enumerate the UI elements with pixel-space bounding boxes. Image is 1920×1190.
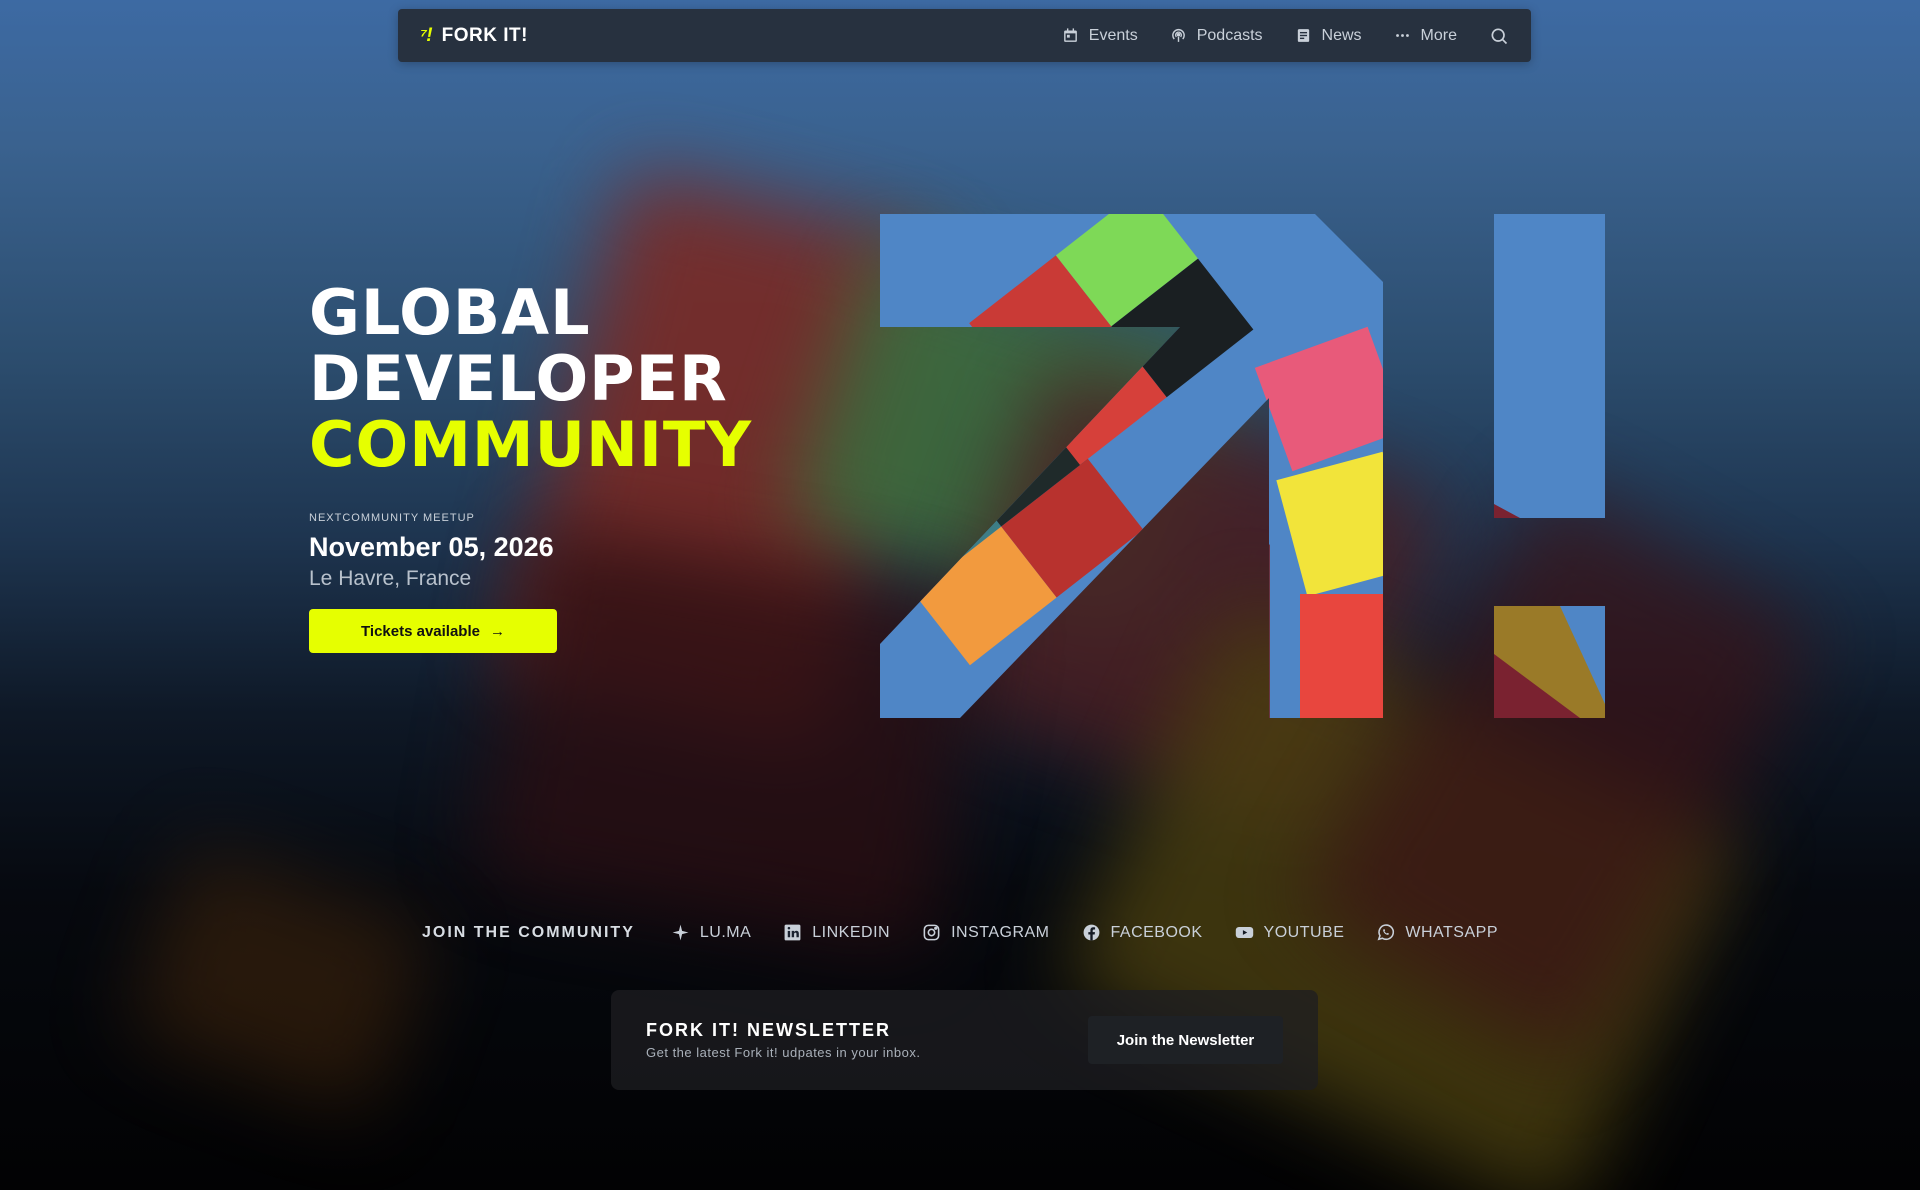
tickets-label: Tickets available [361, 622, 480, 640]
podcast-icon [1171, 28, 1185, 42]
social-luma[interactable]: LU.MA [671, 923, 751, 942]
hero-title-line1: GLOBAL [309, 276, 591, 349]
join-newsletter-button[interactable]: Join the Newsletter [1088, 1016, 1283, 1064]
newsletter-subtitle: Get the latest Fork it! udpates in your … [646, 1045, 921, 1060]
facebook-icon [1083, 924, 1099, 941]
social-facebook-label: FACEBOOK [1110, 923, 1203, 941]
sparkle-icon [672, 924, 689, 941]
top-navbar: ⁷! FORK IT! Events Podcasts News More [398, 9, 1531, 62]
calendar-icon [1063, 28, 1077, 42]
hero-title: GLOBAL DEVELOPER COMMUNITY [309, 280, 752, 478]
nav-more-label: More [1420, 26, 1457, 44]
dots-icon [1395, 34, 1409, 37]
nav-links: Events Podcasts News More [1062, 26, 1509, 46]
search-icon [1491, 28, 1508, 44]
community-title: JOIN THE COMMUNITY [421, 923, 635, 941]
linkedin-icon [784, 924, 801, 941]
youtube-icon [1235, 926, 1253, 939]
nav-events-label: Events [1088, 26, 1138, 44]
hero-logo-graphic [880, 214, 1605, 718]
social-luma-label: LU.MA [699, 923, 752, 941]
news-icon [1297, 29, 1309, 42]
meetup-kicker: NEXTCOMMUNITY MEETUP [309, 512, 475, 524]
tickets-button[interactable]: Tickets available → [309, 609, 557, 653]
logo-link[interactable]: ⁷! FORK IT! [420, 25, 528, 47]
whatsapp-icon [1377, 924, 1395, 941]
nav-news[interactable]: News [1295, 27, 1362, 45]
logo-mark: ⁷! [420, 24, 433, 46]
nav-more[interactable]: More [1394, 27, 1457, 45]
instagram-icon [923, 924, 940, 941]
hero-title-line2: DEVELOPER [309, 342, 728, 415]
community-links: JOIN THE COMMUNITY LU.MA LINKEDIN INSTAG… [0, 923, 1920, 942]
newsletter-title: FORK IT! NEWSLETTER [646, 1020, 891, 1040]
logo-text: FORK IT! [441, 24, 528, 46]
nav-events[interactable]: Events [1062, 27, 1138, 45]
nav-podcasts[interactable]: Podcasts [1170, 27, 1263, 45]
social-whatsapp[interactable]: WHATSAPP [1376, 923, 1498, 942]
hero-section: GLOBAL DEVELOPER COMMUNITY NEXTCOMMUNITY… [309, 280, 752, 653]
nav-news-label: News [1321, 26, 1362, 44]
social-whatsapp-label: WHATSAPP [1405, 923, 1498, 941]
social-linkedin[interactable]: LINKEDIN [783, 923, 890, 942]
social-instagram-label: INSTAGRAM [951, 923, 1050, 941]
nav-podcasts-label: Podcasts [1196, 26, 1263, 44]
social-youtube[interactable]: YOUTUBE [1235, 923, 1345, 942]
social-linkedin-label: LINKEDIN [812, 923, 891, 941]
hero-title-line3: COMMUNITY [309, 408, 753, 481]
social-facebook[interactable]: FACEBOOK [1082, 923, 1203, 942]
meetup-date: November 05, 2026 [309, 532, 554, 562]
social-instagram[interactable]: INSTAGRAM [922, 923, 1049, 942]
newsletter-card: FORK IT! NEWSLETTER Get the latest Fork … [611, 990, 1318, 1090]
social-youtube-label: YOUTUBE [1263, 923, 1345, 941]
search-button[interactable] [1489, 26, 1509, 46]
arrow-right-icon: → [489, 622, 505, 640]
meetup-location: Le Havre, France [309, 567, 472, 590]
